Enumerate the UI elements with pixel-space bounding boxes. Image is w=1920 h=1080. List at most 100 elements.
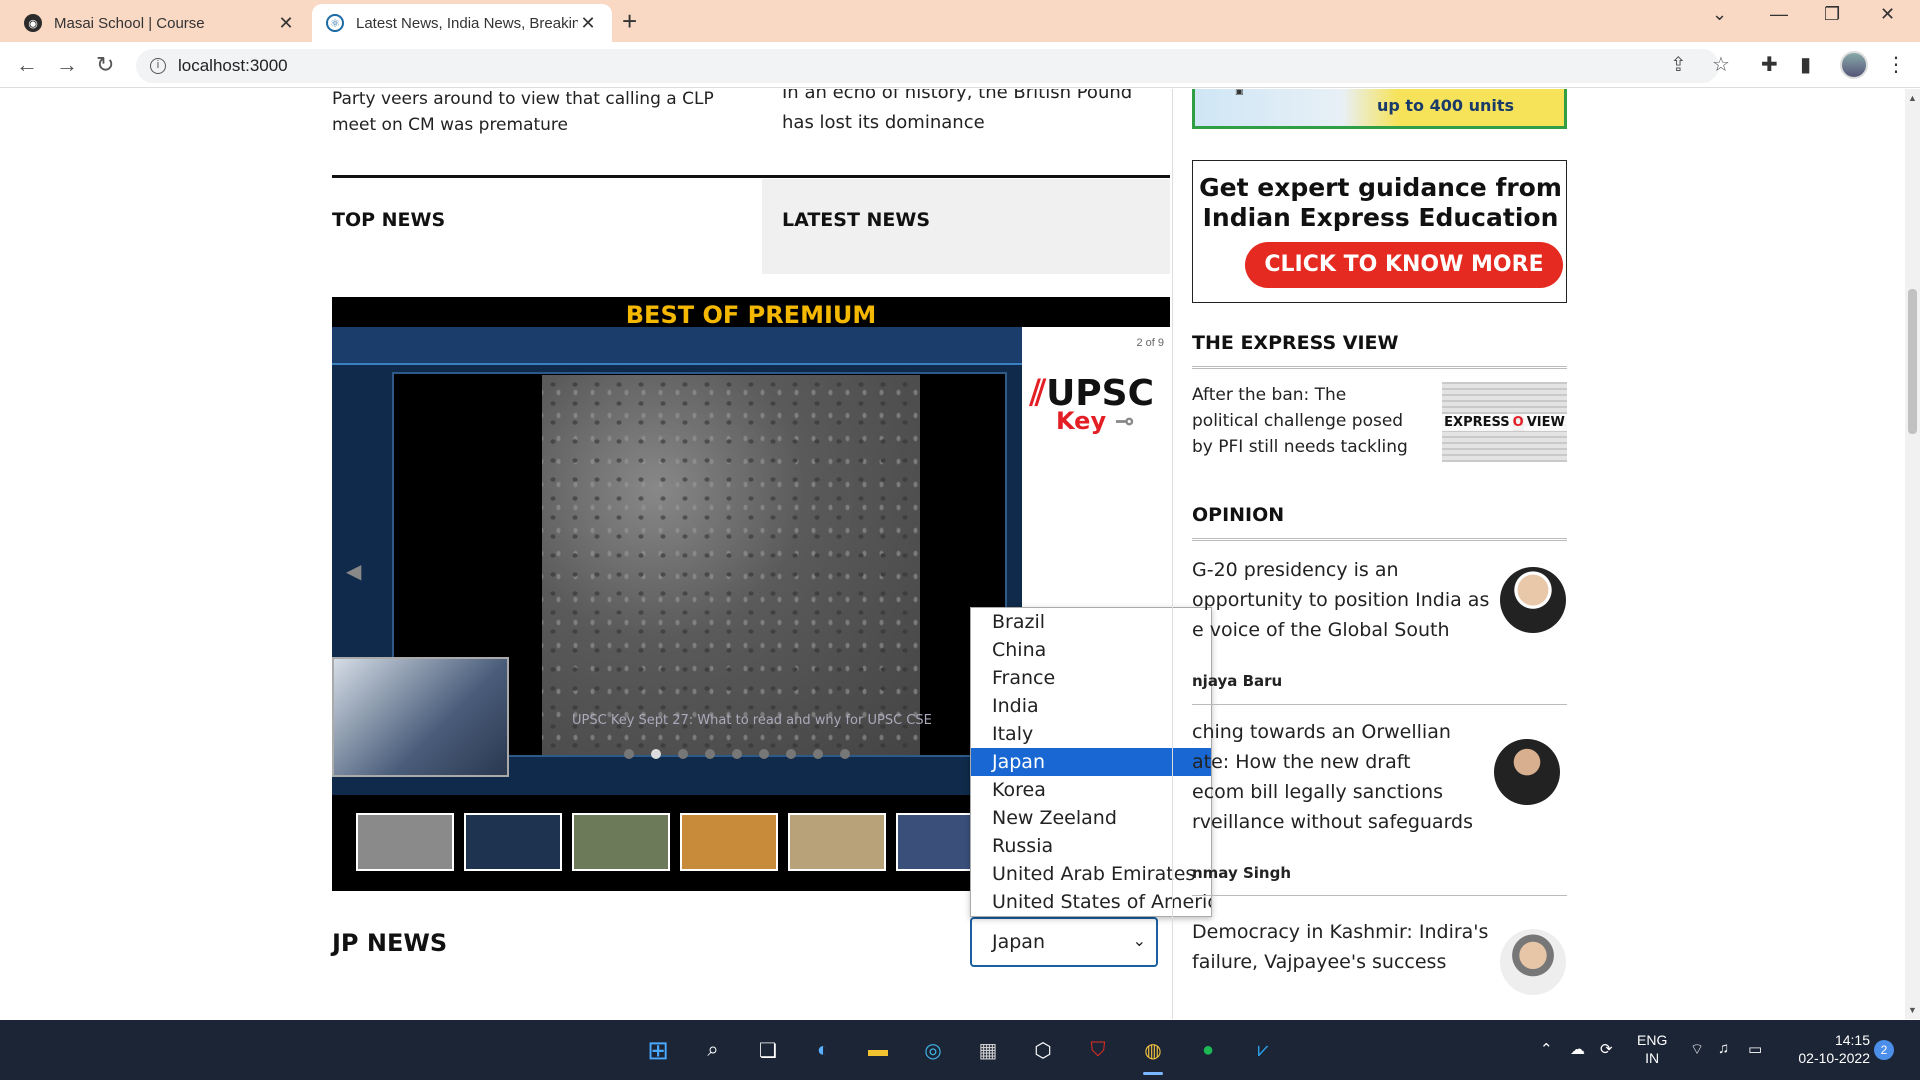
tab-title: Masai School | Course <box>54 14 205 32</box>
new-tab-button[interactable]: + <box>622 6 637 37</box>
ad-banner-top[interactable]: ▣ up to 400 units <box>1192 89 1567 129</box>
dropdown-option[interactable]: China <box>971 636 1211 664</box>
scroll-up-icon[interactable]: ▲ <box>1908 93 1917 103</box>
express-view-thumbnail[interactable]: EXPRESS O VIEW <box>1438 382 1571 462</box>
dropdown-option[interactable]: Korea <box>971 776 1211 804</box>
dropdown-option[interactable]: France <box>971 664 1211 692</box>
carousel-thumbnail[interactable] <box>680 813 778 871</box>
tab-latest-news[interactable]: ⚛ Latest News, India News, Breaking ✕ <box>312 4 612 42</box>
carousel-dot[interactable] <box>678 749 688 759</box>
express-view-story[interactable]: After the ban: The political challenge p… <box>1192 382 1417 460</box>
country-select[interactable]: Japan ⌄ <box>970 917 1158 967</box>
menu-kebab-icon[interactable]: ⋮ <box>1886 52 1906 77</box>
volume-icon[interactable]: ♫ <box>1718 1040 1729 1057</box>
onedrive-icon[interactable]: ☁ <box>1570 1040 1585 1058</box>
logo-text-1: EXPRESS <box>1441 413 1513 431</box>
bookmark-star-icon[interactable]: ☆ <box>1712 52 1730 77</box>
carousel-dots <box>624 749 850 759</box>
carousel-dot[interactable] <box>840 749 850 759</box>
battery-icon[interactable]: ▭ <box>1748 1040 1762 1058</box>
dropdown-option[interactable]: New Zeeland <box>971 804 1211 832</box>
close-tab-icon[interactable]: ✕ <box>276 13 296 34</box>
slide-counter: 2 of 9 <box>1136 337 1164 349</box>
author-photo[interactable] <box>1500 567 1566 633</box>
share-icon[interactable]: ⇪ <box>1670 52 1687 77</box>
carousel-thumbnail[interactable] <box>356 813 454 871</box>
dropdown-option[interactable]: United States of America <box>971 888 1211 916</box>
sync-icon[interactable]: ⟳ <box>1600 1040 1613 1058</box>
slide-caption[interactable]: UPSC Key Sept 27: What to read and why f… <box>572 713 932 728</box>
language-indicator[interactable]: ENG IN <box>1637 1031 1667 1067</box>
tab-title: Latest News, India News, Breaking <box>356 14 578 32</box>
notification-badge[interactable]: 2 <box>1874 1040 1894 1060</box>
carousel-dot[interactable] <box>786 749 796 759</box>
tab-search-icon[interactable]: ⌄ <box>1712 4 1727 25</box>
restore-icon[interactable]: ❐ <box>1824 4 1840 25</box>
key-text: Key <box>1056 407 1107 435</box>
opinion-heading[interactable]: OPINION <box>1192 504 1284 526</box>
extensions-icon[interactable]: ✚ <box>1761 52 1778 77</box>
close-window-icon[interactable]: ✕ <box>1880 4 1895 25</box>
story-link[interactable]: Party veers around to view that calling … <box>332 89 752 138</box>
carousel-thumbnail[interactable] <box>572 813 670 871</box>
dropdown-option[interactable]: India <box>971 692 1211 720</box>
tab-top-news[interactable]: TOP NEWS <box>332 179 762 274</box>
search-icon[interactable]: ⌕ <box>697 1034 729 1066</box>
reload-icon[interactable]: ↻ <box>96 52 114 78</box>
story-link[interactable]: In an echo of history, the British Pound… <box>782 89 1162 138</box>
author-name[interactable]: nmay Singh <box>1192 864 1291 882</box>
profile-avatar[interactable] <box>1840 51 1868 79</box>
carousel-prev-icon[interactable]: ◀ <box>346 559 361 584</box>
dropdown-option[interactable]: United Arab Emirates <box>971 860 1211 888</box>
opinion-story-1[interactable]: G-20 presidency is an opportunity to pos… <box>1192 555 1489 645</box>
express-view-heading[interactable]: THE EXPRESS VIEW <box>1192 332 1398 354</box>
carousel-dot[interactable] <box>651 749 661 759</box>
chat-icon[interactable]: ◐ <box>807 1034 839 1066</box>
forward-icon[interactable]: → <box>56 52 78 78</box>
dropdown-option[interactable]: Italy <box>971 720 1211 748</box>
tab-latest-news-section[interactable]: LATEST NEWS <box>762 179 1170 274</box>
wifi-icon[interactable]: ⌔ <box>1690 1040 1704 1059</box>
opinion-story-3[interactable]: Democracy in Kashmir: Indira's failure, … <box>1192 917 1488 977</box>
chrome-icon[interactable]: ◍ <box>1137 1034 1169 1075</box>
file-explorer-icon[interactable]: ▬ <box>862 1034 894 1066</box>
address-bar[interactable]: i localhost:3000 <box>136 49 1719 83</box>
page-scrollbar[interactable]: ▲ ▼ <box>1905 89 1920 1019</box>
dropdown-option[interactable]: Japan <box>971 748 1211 776</box>
dropdown-option[interactable]: Brazil <box>971 608 1211 636</box>
click-to-know-more-button[interactable]: CLICK TO KNOW MORE <box>1245 242 1563 288</box>
carousel-dot[interactable] <box>624 749 634 759</box>
spotify-icon[interactable]: ● <box>1192 1034 1224 1066</box>
carousel-dot[interactable] <box>705 749 715 759</box>
carousel-dot[interactable] <box>813 749 823 759</box>
side-panel-icon[interactable]: ▮ <box>1800 52 1811 77</box>
carousel-dot[interactable] <box>732 749 742 759</box>
windows-start-icon[interactable]: ⊞ <box>642 1034 674 1066</box>
store-icon[interactable]: ▦ <box>972 1034 1004 1066</box>
app-circle-icon[interactable]: ⬡ <box>1027 1034 1059 1066</box>
carousel-dot[interactable] <box>759 749 769 759</box>
back-icon[interactable]: ← <box>16 52 38 78</box>
carousel-slide-image[interactable]: UPSC Key Sept 27: What to read and why f… <box>332 327 1022 795</box>
author-photo[interactable] <box>1494 739 1560 805</box>
ad-education-banner[interactable]: Get expert guidance from Indian Express … <box>1192 160 1567 303</box>
minimize-icon[interactable]: — <box>1770 4 1788 25</box>
vscode-icon[interactable]: ⩗ <box>1247 1034 1279 1066</box>
info-icon[interactable]: i <box>150 58 166 74</box>
dropdown-option[interactable]: Russia <box>971 832 1211 860</box>
carousel-thumbnail[interactable] <box>464 813 562 871</box>
edge-icon[interactable]: ◎ <box>917 1034 949 1066</box>
close-tab-icon[interactable]: ✕ <box>578 13 598 34</box>
opinion-story-2[interactable]: ching towards an Orwellian ate: How the … <box>1192 717 1473 837</box>
scrollbar-thumb[interactable] <box>1908 289 1917 434</box>
scroll-down-icon[interactable]: ▼ <box>1908 1005 1917 1015</box>
author-photo[interactable] <box>1500 929 1566 995</box>
story-line: Democracy in Kashmir: Indira's <box>1192 921 1489 943</box>
carousel-thumbnail[interactable] <box>788 813 886 871</box>
show-hidden-icons[interactable]: ⌃ <box>1540 1040 1553 1058</box>
mcafee-icon[interactable]: ⛉ <box>1082 1034 1114 1066</box>
author-name[interactable]: njaya Baru <box>1192 672 1282 690</box>
tab-masai-school[interactable]: ◉ Masai School | Course ✕ <box>10 4 310 42</box>
task-view-icon[interactable]: ❏ <box>752 1034 784 1066</box>
clock[interactable]: 14:15 02-10-2022 <box>1790 1031 1870 1067</box>
